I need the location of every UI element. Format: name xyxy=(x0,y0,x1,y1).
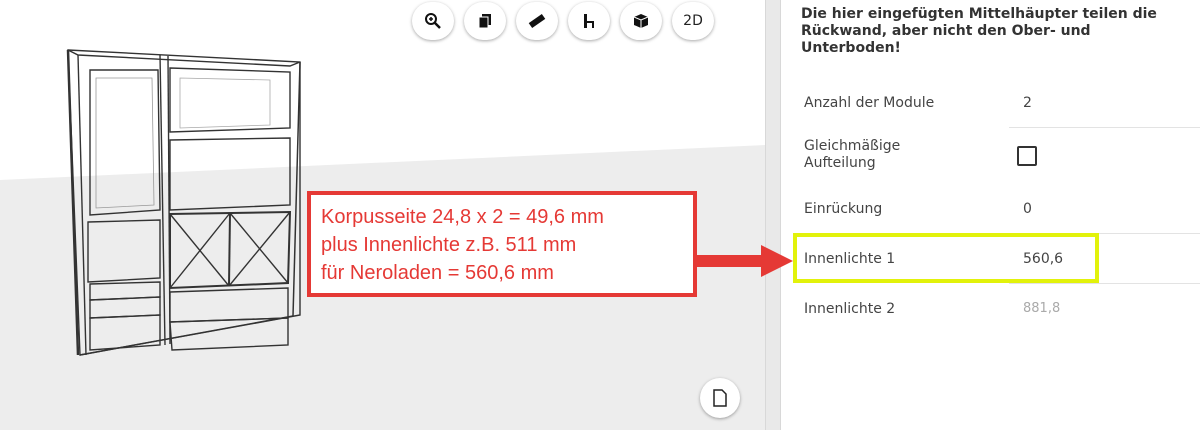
cube-button[interactable] xyxy=(620,2,662,40)
zoom-button[interactable] xyxy=(412,2,454,40)
modules-input[interactable]: 2 xyxy=(1023,95,1032,111)
copy-button[interactable] xyxy=(464,2,506,40)
zoom-icon xyxy=(425,13,441,29)
measure-icon xyxy=(528,13,546,29)
modules-label: Anzahl der Module xyxy=(804,95,935,111)
annotation-line-3: für Neroladen = 560,6 mm xyxy=(321,262,554,284)
row-inner2: Innenlichte 2 881,8 xyxy=(801,284,1200,334)
copy-icon xyxy=(478,14,491,29)
document-icon xyxy=(713,389,727,407)
even-split-label-line2: Aufteilung xyxy=(804,155,876,171)
highlight-box xyxy=(793,233,1099,283)
row-even-split: Gleichmäßige Aufteilung xyxy=(801,128,1200,184)
chair-icon xyxy=(584,14,594,28)
inner2-label: Innenlichte 2 xyxy=(804,301,896,317)
properties-panel: Die hier eingefügten Mittelhäupter teile… xyxy=(781,0,1200,430)
indent-label: Einrückung xyxy=(804,201,883,217)
measure-button[interactable] xyxy=(516,2,558,40)
document-button[interactable] xyxy=(700,378,740,418)
chair-button[interactable] xyxy=(568,2,610,40)
even-split-checkbox[interactable] xyxy=(1017,146,1037,166)
annotation-line-2: plus Innenlichte z.B. 511 mm xyxy=(321,234,577,256)
cube-icon xyxy=(633,14,649,28)
annotation-arrow xyxy=(697,245,793,277)
notice-text: Die hier eingefügten Mittelhäupter teile… xyxy=(801,6,1157,56)
annotation-line-1: Korpusseite 24,8 x 2 = 49,6 mm xyxy=(321,206,604,228)
view-toolbar: 2D xyxy=(412,2,714,40)
row-modules: Anzahl der Module 2 xyxy=(801,78,1200,128)
even-split-label: Gleichmäßige Aufteilung xyxy=(804,138,900,172)
panel-splitter[interactable] xyxy=(765,0,781,430)
even-split-label-line1: Gleichmäßige xyxy=(804,138,901,154)
indent-input[interactable]: 0 xyxy=(1023,201,1032,217)
annotation-callout: Korpusseite 24,8 x 2 = 49,6 mm plus Inne… xyxy=(307,191,697,297)
row-indent: Einrückung 0 xyxy=(801,184,1200,234)
inner2-value: 881,8 xyxy=(1023,301,1061,316)
2d-view-button[interactable]: 2D xyxy=(672,2,714,40)
